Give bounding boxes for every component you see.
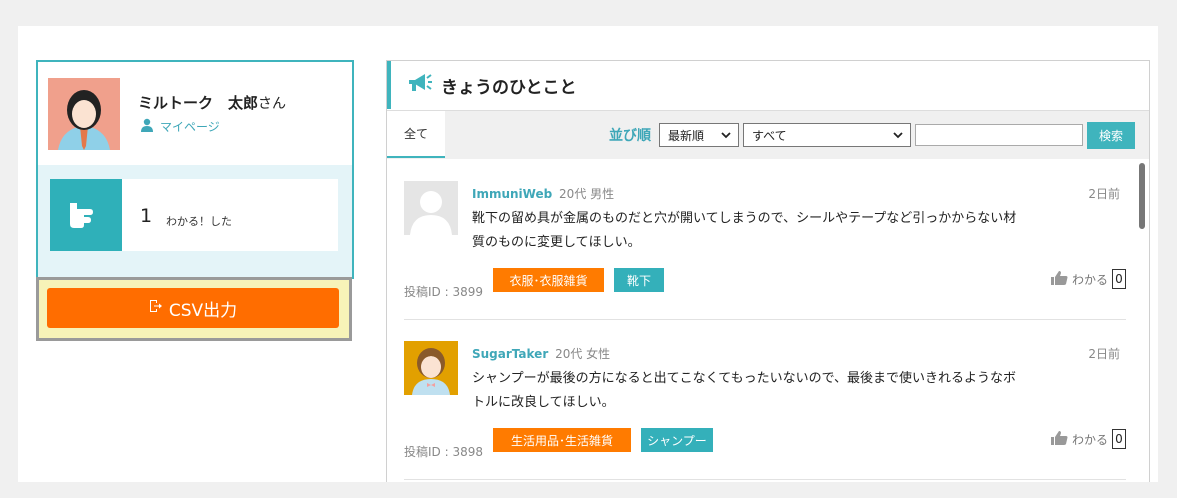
post-author: ImmuniWeb 20代 男性 [472,185,614,202]
sort-select[interactable]: 最新順 [659,123,739,147]
search-input[interactable] [915,124,1083,146]
tag-category[interactable]: 衣服･衣服雑貨 [493,268,604,292]
tag-keyword[interactable]: シャンプー [641,428,713,452]
divider [404,479,1126,480]
csv-export-button[interactable]: CSV出力 [47,288,339,328]
csv-export-label: CSV出力 [168,300,238,321]
post-date: 2日前 [1088,187,1120,201]
like-count: 0 [1112,269,1126,289]
tag-category[interactable]: 生活用品･生活雑貨 [493,428,631,452]
feed-list: ImmuniWeb 20代 男性 2日前 靴下の留め具が金属のものだと穴が開いて… [387,159,1149,482]
mypage-link[interactable]: マイページ [140,118,220,135]
panel-title: きょうのひとこと [441,77,577,98]
sort-label: 並び順 [609,128,651,144]
avatar [48,78,120,150]
thumbs-up-icon [1050,270,1068,289]
like-label: わかる [1071,432,1108,447]
sort-select-value: 最新順 [668,128,705,143]
avatar [404,341,458,395]
feed-panel: きょうのひとこと 全て 並び順 最新順 すべて 検索 ImmuniWeb 20代… [386,60,1150,482]
post-date: 2日前 [1088,347,1120,361]
user-icon [140,118,154,135]
user-name: ミルトーク 太郎さん [138,94,287,112]
stats-card: 1 わかる！した [36,165,354,279]
search-button[interactable]: 検索 [1087,122,1135,149]
post-author: SugarTaker 20代 女性 [472,345,610,362]
post-username[interactable]: SugarTaker [472,347,548,361]
stats-inner: 1 わかる！した [50,179,338,251]
chevron-down-icon [720,129,732,144]
like-count: 0 [1112,429,1126,449]
post-meta: 20代 女性 [555,347,611,361]
profile-card: ミルトーク 太郎さん マイページ [36,60,354,167]
megaphone-icon [407,72,433,98]
filter-toolbar: 全て 並び順 最新順 すべて 検索 [387,110,1149,159]
post-username[interactable]: ImmuniWeb [472,187,552,201]
list-item: SugarTaker 20代 女性 2日前 シャンプーが最後の方になると出てこな… [404,327,1126,475]
chevron-down-icon [892,129,904,144]
category-select-value: すべて [752,128,787,143]
post-text: 靴下の留め具が金属のものだと穴が開いてしまうので、シールやテープなど引っかからな… [472,211,1017,250]
category-select[interactable]: すべて [743,123,911,147]
like-button[interactable]: わかる 0 [1050,429,1126,449]
like-label: わかる [1071,272,1108,287]
like-button[interactable]: わかる 0 [1050,269,1126,289]
app-frame: ミルトーク 太郎さん マイページ 1 わかる！した CSV出力 きょうのひとこと… [18,26,1158,482]
avatar [404,181,458,235]
post-id: 投稿ID : 3899 [404,285,483,299]
list-item: ImmuniWeb 20代 男性 2日前 靴下の留め具が金属のものだと穴が開いて… [404,167,1126,315]
post-text: シャンプーが最後の方になると出てこなくてもったいないので、最後まで使いきれるよう… [472,371,1017,410]
panel-header: きょうのひとこと [387,61,1149,109]
tab-all[interactable]: 全て [387,111,445,158]
divider [404,319,1126,320]
export-icon [149,298,163,318]
post-meta: 20代 男性 [559,187,615,201]
thumbs-up-icon [1050,430,1068,449]
pointing-hand-icon [68,197,104,233]
tag-keyword[interactable]: 靴下 [614,268,664,292]
scrollbar-thumb[interactable] [1139,163,1145,229]
stats-icon-box [50,179,122,251]
stats-label: わかる！した [166,215,232,228]
post-id: 投稿ID : 3898 [404,445,483,459]
stats-count: 1 [140,205,153,227]
mypage-label: マイページ [160,120,220,134]
csv-highlight: CSV出力 [36,277,352,341]
